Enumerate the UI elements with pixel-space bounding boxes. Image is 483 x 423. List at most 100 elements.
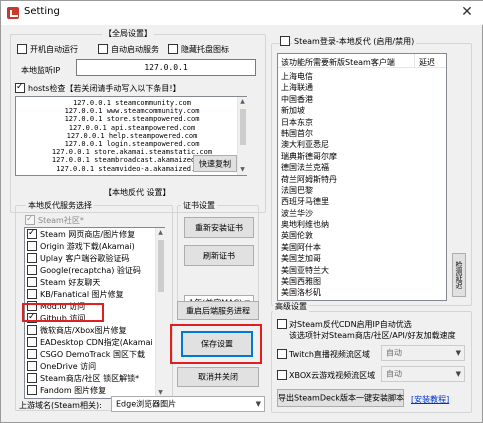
steam-login-checkbox[interactable] <box>280 36 290 46</box>
reinstall-cert-button[interactable]: 重新安装证书 <box>184 217 254 238</box>
scroll-up-arrow-icon[interactable]: ▲ <box>156 228 165 238</box>
server-item[interactable]: 韩国首尔 <box>281 128 441 139</box>
server-item[interactable]: 澳大利亚悉尼 <box>281 139 441 150</box>
server-item[interactable]: 上海联通 <box>281 82 441 93</box>
server-item[interactable]: 日本东京 <box>281 117 441 128</box>
service-checkbox[interactable] <box>27 241 37 251</box>
server-item[interactable]: 波兰华沙 <box>281 208 441 219</box>
chevron-down-icon: ▼ <box>455 349 461 357</box>
service-item[interactable]: CSGO DemoTrack 国区下载 <box>25 348 156 360</box>
server-item[interactable]: 美国亚特兰大 <box>281 265 441 276</box>
server-item[interactable]: 法国巴黎 <box>281 185 441 196</box>
service-checkbox[interactable] <box>27 349 37 359</box>
server-items: 上海电信 上海联通 中国香港 新加坡 日本东京 韩国首尔 澳大利亚悉尼 瑞典斯德哥尔摩 德国法兰… <box>281 71 441 299</box>
col-server-header[interactable]: 该功能所需要新版Steam客户端 <box>281 57 395 68</box>
service-checkbox[interactable] <box>27 325 37 335</box>
steam-community-label: Steam社区* <box>38 216 84 225</box>
service-item[interactable]: Origin 游戏下载(Akamai) <box>25 240 156 252</box>
server-item[interactable]: 英国伦敦 <box>281 230 441 241</box>
listen-ip-value: 127.0.0.1 <box>144 63 188 72</box>
global-settings-label: 【全局设置】 <box>102 28 154 39</box>
hosts-scrollbar[interactable]: ▲ ▼ <box>237 97 247 175</box>
service-item[interactable]: EADesktop CDN指定(Akamai <box>25 336 156 348</box>
service-label: 微软商店/Xbox图片修复 <box>40 326 127 335</box>
xbox-checkbox[interactable] <box>277 370 287 380</box>
export-steamdeck-script-button[interactable]: 导出SteamDeck版本一键安装脚本 <box>277 389 404 407</box>
service-checkbox[interactable] <box>27 337 37 347</box>
server-item[interactable]: 瑞典斯德哥尔摩 <box>281 151 441 162</box>
cdn-ip-optimize-checkbox[interactable] <box>277 319 287 329</box>
xbox-region-select[interactable]: 自动 ▼ <box>381 366 465 382</box>
server-item[interactable]: 新加坡 <box>281 105 441 116</box>
hosts-check-checkbox[interactable] <box>15 81 25 93</box>
hosts-check-label: hosts检查【若关闭请手动写入以下条目!】 <box>28 84 181 93</box>
detect-latency-button[interactable]: 检测延迟 <box>452 253 466 297</box>
restart-service-button[interactable]: 重启后端服务进程 <box>177 301 259 320</box>
service-checkbox[interactable] <box>27 361 37 371</box>
service-label: EADesktop CDN指定(Akamai <box>40 338 153 347</box>
server-item[interactable]: 美国芝加哥 <box>281 253 441 264</box>
cdn-ip-optimize-desc: 该选项针对Steam商店/社区/API/好友加载速度 <box>289 331 456 340</box>
quick-copy-button[interactable]: 快速复制 <box>193 155 237 172</box>
server-item[interactable]: 荷兰阿姆斯特丹 <box>281 174 441 185</box>
service-item[interactable]: Steam 网页商店/图片修复 <box>25 228 156 240</box>
scroll-up-arrow-icon[interactable]: ▲ <box>238 97 247 107</box>
column-divider <box>414 54 415 68</box>
listen-ip-label: 本地监听IP <box>21 66 61 75</box>
service-item[interactable]: Steam 好友聊天 <box>25 276 156 288</box>
cancel-close-button[interactable]: 取消并关闭 <box>177 367 259 387</box>
service-checkbox[interactable] <box>27 228 37 239</box>
autostart-service-label: 自动启动服务 <box>111 45 159 54</box>
xbox-region-value: 自动 <box>386 369 402 379</box>
scroll-thumb[interactable] <box>240 109 246 145</box>
service-checkbox[interactable] <box>27 373 37 383</box>
service-item[interactable]: Steam商店/社区 锁区解锁* <box>25 372 156 384</box>
server-item[interactable]: 美国西雅图 <box>281 276 441 287</box>
service-label: Fandom 图片修复 <box>40 386 107 395</box>
scroll-down-arrow-icon[interactable]: ▼ <box>238 165 247 175</box>
title-bar: Setting ✕ <box>1 1 483 25</box>
service-checkbox[interactable] <box>27 277 37 287</box>
refresh-cert-button[interactable]: 刷新证书 <box>184 245 254 266</box>
scroll-thumb[interactable] <box>158 240 164 292</box>
service-list-scrollbar[interactable]: ▲ ▼ <box>155 228 165 398</box>
service-item[interactable]: KB/Fanatical 图片修复 <box>25 288 156 300</box>
listen-ip-input[interactable]: 127.0.0.1 <box>76 59 256 76</box>
service-label: OneDrive 访问 <box>40 362 97 371</box>
server-item[interactable]: 西班牙马德里 <box>281 196 441 207</box>
hosts-line: 127.0.0.1 help.steampowered.com <box>66 131 198 140</box>
service-label: Steam 网页商店/图片修复 <box>40 230 136 239</box>
service-item[interactable]: OneDrive 访问 <box>25 360 156 372</box>
hide-tray-checkbox[interactable] <box>168 44 178 54</box>
close-button[interactable]: ✕ <box>450 1 483 25</box>
service-item[interactable]: Uplay 客户端谷歌验证码 <box>25 252 156 264</box>
service-checkbox[interactable] <box>27 265 37 275</box>
service-checkbox[interactable] <box>27 289 37 299</box>
service-label: Uplay 客户端谷歌验证码 <box>40 254 130 263</box>
upstream-domain-select[interactable]: Edge浏览器图片 ▼ <box>111 396 265 412</box>
server-item[interactable]: 上海电信 <box>281 71 441 82</box>
server-item[interactable]: 美国阿什本 <box>281 242 441 253</box>
service-item[interactable]: Google(recaptcha) 验证码 <box>25 264 156 276</box>
hide-tray-label: 隐藏托盘图标 <box>181 45 229 54</box>
twitch-region-select[interactable]: 自动 ▼ <box>381 345 465 361</box>
service-item[interactable]: 微软商店/Xbox图片修复 <box>25 324 156 336</box>
twitch-checkbox[interactable] <box>277 349 287 359</box>
service-checkbox[interactable] <box>27 385 37 395</box>
server-item[interactable]: 德国法兰克福 <box>281 162 441 173</box>
hosts-line: 127.0.0.1 steamcommunity.com <box>72 99 191 107</box>
col-latency-header[interactable]: 延迟 <box>419 57 435 68</box>
upstream-domain-value: Edge浏览器图片 <box>116 399 177 409</box>
server-item[interactable]: 中国香港 <box>281 94 441 105</box>
install-tutorial-link[interactable]: [安装教程] <box>411 394 449 405</box>
service-checkbox[interactable] <box>27 253 37 263</box>
startup-checkbox[interactable] <box>17 44 27 54</box>
service-select-label: 本地反代服务选择 <box>26 200 94 211</box>
server-item[interactable]: 奥地利维也纳 <box>281 219 441 230</box>
autostart-service-checkbox[interactable] <box>98 44 108 54</box>
highlight-box <box>22 303 104 322</box>
server-item[interactable]: 美国洛杉矶 <box>281 287 441 298</box>
server-list[interactable]: 该功能所需要新版Steam客户端 延迟 上海电信 上海联通 中国香港 新加坡 日本东京韩… <box>277 53 447 301</box>
detect-latency-label: 检测延迟 <box>455 261 463 289</box>
service-item[interactable]: Fandom 图片修复 <box>25 384 156 396</box>
